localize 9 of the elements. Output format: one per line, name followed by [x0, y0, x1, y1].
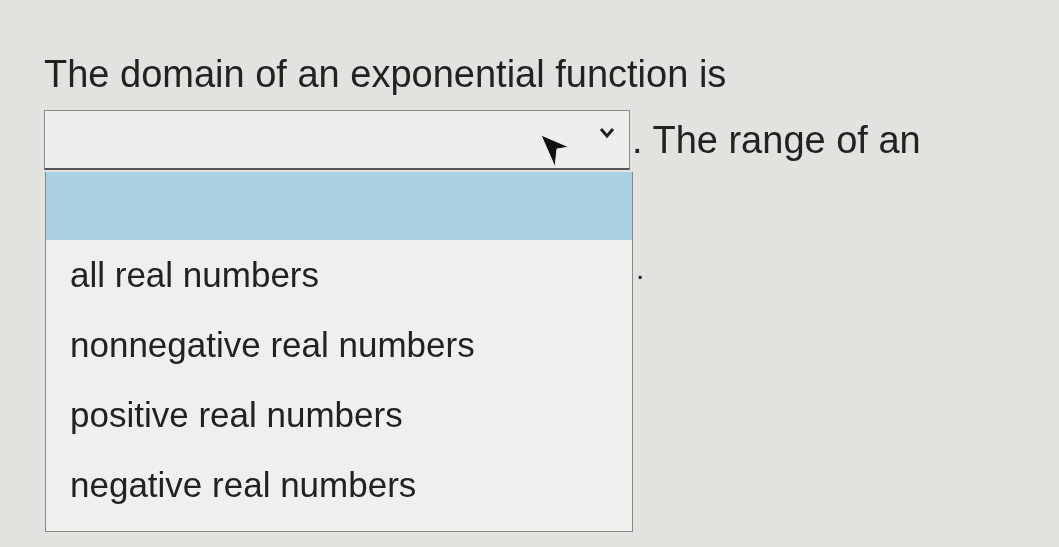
period-text: .	[636, 252, 645, 285]
question-text: The domain of an exponential function is	[44, 53, 727, 95]
dropdown-option[interactable]: all real numbers	[46, 240, 632, 310]
dropdown-option[interactable]: negative real numbers	[46, 450, 632, 520]
dropdown-option[interactable]: positive real numbers	[46, 380, 632, 450]
question-text: . The range of an	[632, 118, 921, 162]
answer-dropdown[interactable]	[44, 110, 630, 170]
chevron-down-icon	[599, 127, 615, 139]
dropdown-option[interactable]: nonnegative real numbers	[46, 310, 632, 380]
